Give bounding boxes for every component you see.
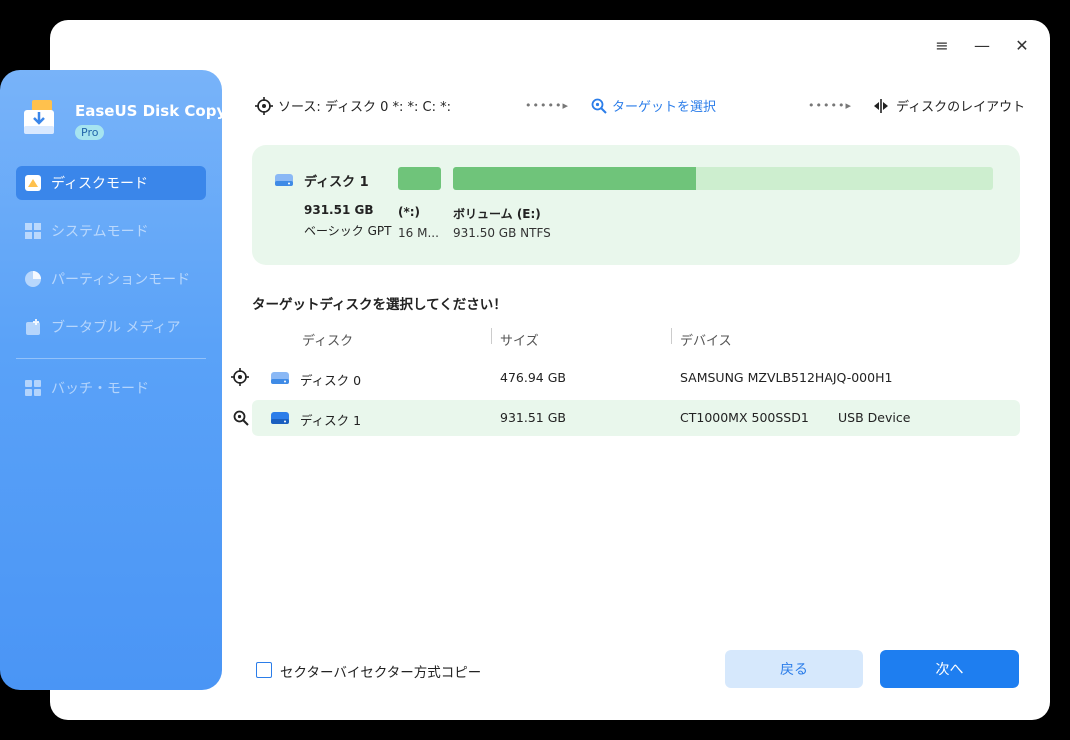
- target-crosshair-icon: [255, 96, 273, 115]
- batch-icon: [24, 379, 42, 397]
- nav-item-label: ディスクモード: [51, 176, 149, 192]
- nav-item-label: ブータブル メディア: [51, 320, 181, 336]
- column-divider: [491, 328, 492, 344]
- row-disk-name: ディスク 0: [300, 373, 362, 388]
- disk-mode-icon: [24, 174, 42, 192]
- sector-copy-checkbox[interactable]: [256, 662, 272, 678]
- source-disk-type: ベーシック GPT: [304, 224, 392, 238]
- partition-1-name: (*:): [398, 205, 421, 219]
- pie-icon: [24, 270, 42, 288]
- step-target-label: ターゲットを選択: [612, 100, 717, 115]
- step-arrow-2: •••••▸: [808, 99, 852, 112]
- column-header-device: デバイス: [680, 334, 732, 349]
- column-divider: [671, 328, 672, 344]
- source-crosshair-icon: [231, 368, 249, 386]
- windows-icon: [24, 222, 42, 240]
- target-search-icon: [233, 410, 249, 426]
- pro-badge: Pro: [75, 125, 105, 140]
- step-layout-label: ディスクのレイアウト: [896, 100, 1026, 115]
- nav-item-batch-mode[interactable]: バッチ・モード: [16, 371, 206, 405]
- partition-usage-fill: [453, 167, 696, 190]
- partition-1-detail: 16 M...: [398, 226, 439, 240]
- table-row[interactable]: ディスク 1 931.51 GB CT1000MX 500SSD1 USB De…: [252, 400, 1020, 436]
- app-name: EaseUS Disk Copy: [75, 102, 227, 120]
- source-disk-card: ディスク 1 931.51 GB ベーシック GPT (*:) 16 M... …: [252, 145, 1020, 265]
- menu-icon[interactable]: ≡: [932, 36, 952, 55]
- search-target-icon: [591, 98, 607, 114]
- row-disk-size: 476.94 GB: [500, 370, 566, 385]
- nav-item-partition-mode[interactable]: パーティションモード: [16, 262, 206, 296]
- step-indicator: ソース: ディスク 0 *: *: C: *: •••••▸ ターゲットを選択 …: [255, 96, 1035, 116]
- nav-item-bootable-media[interactable]: ブータブル メディア: [16, 310, 206, 344]
- sidebar-divider: [16, 358, 206, 359]
- nav-item-system-mode[interactable]: システムモード: [16, 214, 206, 248]
- partition-2-name: ボリューム (E:): [453, 207, 541, 221]
- step-arrow-1: •••••▸: [525, 99, 569, 112]
- sidebar: EaseUS Disk Copy Pro ディスクモード システムモード パーテ…: [0, 70, 226, 690]
- row-device-extra: USB Device: [838, 410, 911, 425]
- disk-icon: [275, 174, 293, 186]
- row-disk-name: ディスク 1: [300, 413, 362, 428]
- source-disk-size: 931.51 GB: [304, 203, 374, 217]
- column-header-disk: ディスク: [302, 334, 354, 349]
- step-layout: ディスクのレイアウト: [872, 96, 1025, 115]
- nav-item-label: パーティションモード: [51, 272, 191, 288]
- partition-2-detail: 931.50 GB NTFS: [453, 226, 551, 240]
- table-row[interactable]: ディスク 0 476.94 GB SAMSUNG MZVLB512HAJQ-00…: [252, 360, 1020, 396]
- layout-icon: [874, 98, 888, 113]
- nav-item-label: システムモード: [51, 224, 149, 240]
- minimize-button[interactable]: —: [972, 36, 992, 55]
- step-source-label: ソース: ディスク 0 *: *: C: *:: [278, 100, 451, 115]
- nav-item-disk-mode[interactable]: ディスクモード: [16, 166, 206, 200]
- app-logo-icon: [24, 100, 54, 134]
- row-disk-size: 931.51 GB: [500, 410, 566, 425]
- nav-item-label: バッチ・モード: [51, 381, 149, 397]
- back-button[interactable]: 戻る: [725, 650, 863, 688]
- bootable-media-icon: [24, 318, 42, 336]
- column-header-size: サイズ: [500, 334, 539, 349]
- select-target-prompt: ターゲットディスクを選択してください！: [252, 297, 507, 313]
- step-target: ターゲットを選択: [590, 96, 716, 115]
- partition-bar-small[interactable]: [398, 167, 441, 190]
- source-disk-name: ディスク 1: [304, 175, 369, 190]
- disk-icon: [271, 372, 289, 384]
- row-device: SAMSUNG MZVLB512HAJQ-000H1: [680, 370, 893, 385]
- close-button[interactable]: ✕: [1012, 36, 1032, 55]
- disk-icon: [271, 412, 289, 424]
- next-button[interactable]: 次へ: [880, 650, 1019, 688]
- sector-copy-label: セクターバイセクター方式コピー: [280, 665, 482, 681]
- partition-bar-volume[interactable]: [453, 167, 993, 190]
- step-source: ソース: ディスク 0 *: *: C: *:: [255, 96, 451, 115]
- row-device: CT1000MX 500SSD1: [680, 410, 809, 425]
